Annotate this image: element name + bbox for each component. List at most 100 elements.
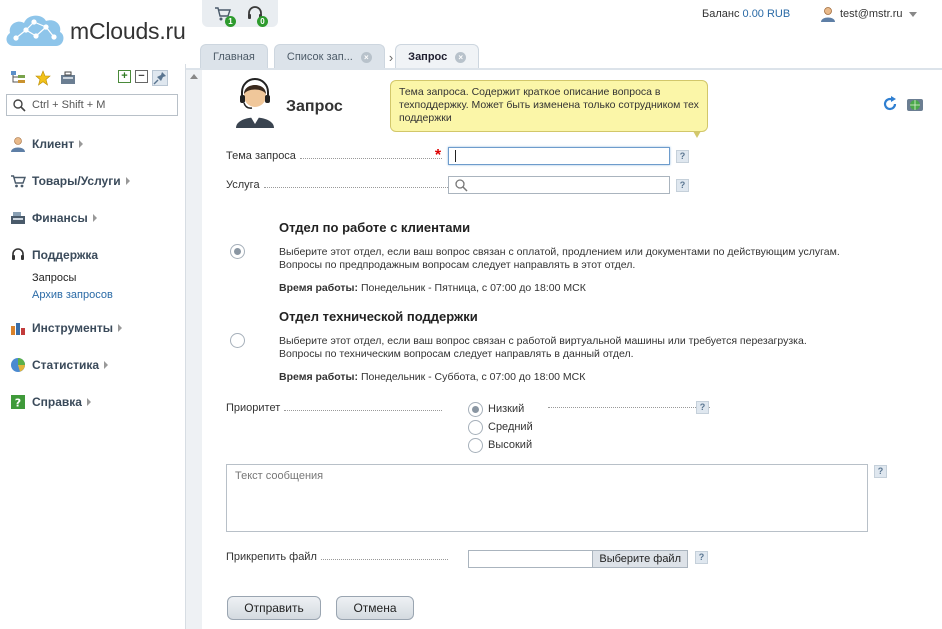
pin-button[interactable] bbox=[152, 70, 168, 86]
sidebar-item-tools[interactable]: Инструменты bbox=[10, 318, 180, 338]
department-desc: Выберите этот отдел, если ваш вопрос свя… bbox=[279, 246, 899, 272]
close-icon[interactable]: × bbox=[455, 51, 467, 63]
logo[interactable]: mClouds.ru bbox=[4, 10, 186, 52]
main-content: Запрос Тема запроса. Содержит краткое оп… bbox=[202, 70, 942, 629]
priority-row: Приоритет Низкий Средний Высокий ? bbox=[226, 400, 726, 460]
hours-label: Время работы: bbox=[279, 371, 359, 383]
department-clients-radio[interactable] bbox=[230, 244, 245, 259]
field-tooltip: Тема запроса. Содержит краткое описание … bbox=[390, 80, 708, 138]
sidebar-item-help[interactable]: ? Справка bbox=[10, 392, 180, 412]
sidebar-item-finance[interactable]: Финансы bbox=[10, 208, 180, 228]
tree-view-button[interactable] bbox=[10, 70, 26, 86]
expand-all-button[interactable]: + bbox=[118, 70, 131, 83]
search-icon bbox=[13, 98, 26, 112]
cash-register-icon bbox=[11, 212, 25, 224]
cloud-logo-icon bbox=[6, 15, 64, 46]
sidebar-item-client[interactable]: Клиент bbox=[10, 134, 180, 154]
priority-medium[interactable]: Средний bbox=[468, 418, 533, 436]
tab-request[interactable]: Запрос × bbox=[395, 44, 480, 69]
sidebar-item-stats[interactable]: Статистика bbox=[10, 355, 180, 375]
priority-high-radio[interactable] bbox=[468, 437, 483, 453]
tab-bar: Главная Список зап... × › Запрос × bbox=[200, 44, 485, 69]
history-button[interactable] bbox=[60, 70, 76, 86]
tab-label: Список зап... bbox=[286, 51, 353, 63]
tools-icon bbox=[11, 323, 25, 335]
message-textarea[interactable]: Текст сообщения bbox=[226, 464, 868, 532]
pie-chart-icon bbox=[11, 358, 25, 372]
user-icon bbox=[11, 137, 25, 152]
subject-help-button[interactable]: ? bbox=[676, 149, 689, 163]
support-operator-icon bbox=[236, 78, 274, 128]
tab-label: Главная bbox=[213, 51, 255, 63]
chevron-right-icon bbox=[104, 361, 109, 369]
user-menu[interactable]: test@mstr.ru bbox=[820, 6, 917, 22]
pin-icon bbox=[153, 72, 166, 85]
subject-label-text: Тема запроса bbox=[226, 150, 296, 162]
sidebar-search-input[interactable]: Ctrl + Shift + M bbox=[6, 94, 178, 116]
required-mark: * bbox=[434, 147, 442, 164]
headset-icon bbox=[12, 248, 24, 260]
priority-option-label: Высокий bbox=[488, 439, 533, 451]
sidebar-item-label: Поддержка bbox=[32, 248, 99, 262]
briefcase-icon bbox=[61, 71, 75, 84]
department-desc-line: Выберите этот отдел, если ваш вопрос свя… bbox=[279, 246, 840, 258]
page-title: Запрос bbox=[286, 98, 343, 115]
collapse-all-button[interactable]: − bbox=[135, 70, 148, 83]
cart-icon bbox=[11, 175, 26, 188]
service-label: Услуга bbox=[226, 179, 448, 191]
balance-value[interactable]: 0.00 RUB bbox=[743, 8, 791, 20]
choose-file-button[interactable]: Выберите файл bbox=[592, 551, 687, 567]
priority-low-radio[interactable] bbox=[468, 401, 483, 417]
service-search-input[interactable] bbox=[448, 176, 670, 194]
chevron-right-icon bbox=[79, 140, 84, 148]
tab-home[interactable]: Главная bbox=[200, 44, 268, 69]
priority-option-label: Средний bbox=[488, 421, 533, 433]
sidebar-item-label: Справка bbox=[32, 395, 82, 409]
sidebar-item-goods[interactable]: Товары/Услуги bbox=[10, 171, 180, 191]
message-help-button[interactable]: ? bbox=[874, 465, 887, 478]
globe-icon[interactable] bbox=[906, 96, 924, 114]
attach-help-button[interactable]: ? bbox=[695, 551, 708, 564]
priority-dots bbox=[548, 407, 710, 408]
quick-icons: 1 0 bbox=[202, 0, 278, 27]
search-icon bbox=[455, 178, 468, 192]
message-placeholder: Текст сообщения bbox=[235, 470, 324, 482]
file-input[interactable]: Выберите файл bbox=[468, 550, 688, 568]
user-email: test@mstr.ru bbox=[840, 8, 903, 20]
priority-high[interactable]: Высокий bbox=[468, 436, 533, 454]
service-help-button[interactable]: ? bbox=[676, 178, 689, 192]
service-row: Услуга ? bbox=[226, 176, 689, 194]
sidebar-menu: Клиент Товары/Услуги Финансы Поддержка З… bbox=[10, 134, 180, 429]
priority-option-label: Низкий bbox=[488, 403, 525, 415]
support-button[interactable]: 0 bbox=[246, 5, 268, 27]
tab-requests-list[interactable]: Список зап... × bbox=[273, 44, 385, 69]
search-placeholder: Ctrl + Shift + M bbox=[32, 99, 106, 111]
chevron-down-icon bbox=[908, 11, 917, 17]
subject-input[interactable] bbox=[448, 147, 670, 165]
cancel-button[interactable]: Отмена bbox=[336, 596, 414, 620]
department-title: Отдел технической поддержки bbox=[279, 309, 478, 324]
sidebar-subitem-archive[interactable]: Архив запросов bbox=[32, 287, 180, 304]
attach-row: Прикрепить файл bbox=[226, 551, 448, 563]
priority-low[interactable]: Низкий bbox=[468, 400, 533, 418]
refresh-icon[interactable] bbox=[882, 96, 898, 112]
content-scrollbar[interactable] bbox=[186, 70, 202, 629]
priority-options: Низкий Средний Высокий bbox=[468, 400, 533, 454]
cart-button[interactable]: 1 bbox=[214, 5, 236, 27]
favorites-button[interactable] bbox=[35, 70, 51, 86]
sidebar-item-support[interactable]: Поддержка bbox=[10, 245, 180, 265]
star-icon bbox=[35, 70, 51, 86]
balance: Баланс 0.00 RUB bbox=[702, 8, 790, 20]
submit-button[interactable]: Отправить bbox=[227, 596, 321, 620]
department-title: Отдел по работе с клиентами bbox=[279, 220, 471, 235]
sidebar-subitem-requests[interactable]: Запросы bbox=[32, 270, 180, 287]
close-icon[interactable]: × bbox=[360, 51, 372, 63]
scroll-up-icon[interactable] bbox=[190, 74, 198, 79]
chevron-right-icon bbox=[86, 398, 91, 406]
hours-value: Понедельник - Пятница, с 07:00 до 18:00 … bbox=[360, 282, 586, 294]
priority-medium-radio[interactable] bbox=[468, 419, 483, 435]
subject-row: Тема запроса * ? bbox=[226, 147, 689, 165]
priority-help-button[interactable]: ? bbox=[696, 401, 709, 414]
department-tech-radio[interactable] bbox=[230, 333, 245, 348]
balance-label: Баланс bbox=[702, 8, 740, 20]
